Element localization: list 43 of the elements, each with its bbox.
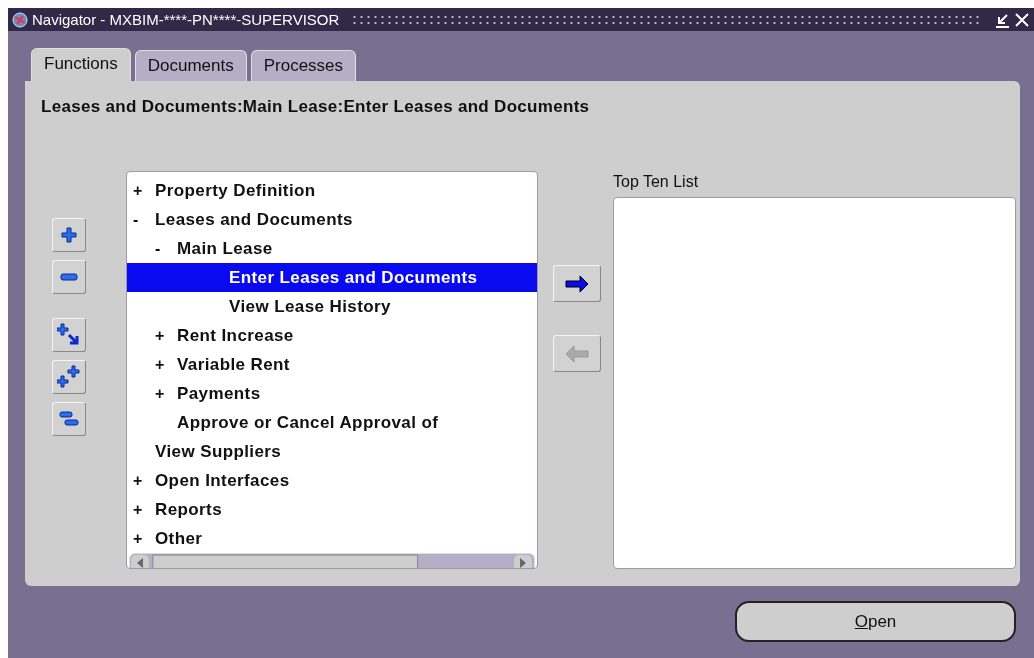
collapse-all-button[interactable]	[52, 402, 86, 436]
collapse-button[interactable]	[52, 260, 86, 294]
double-plus-icon	[57, 365, 81, 389]
function-path: Leases and Documents:Main Lease:Enter Leases and Documents	[41, 97, 591, 117]
add-to-list-button[interactable]	[553, 265, 601, 302]
tab[interactable]: Documents	[134, 50, 247, 81]
tree-item[interactable]: - Main Lease	[127, 234, 537, 263]
tree-item[interactable]: View Suppliers	[127, 437, 537, 466]
expander-sign[interactable]: -	[133, 210, 155, 229]
minimize-icon[interactable]	[994, 11, 1010, 28]
tree-item[interactable]: + Reports	[127, 495, 537, 524]
open-button[interactable]: Open	[735, 601, 1016, 642]
tree-item[interactable]: + Variable Rent	[127, 350, 537, 379]
expand-all-button[interactable]	[52, 360, 86, 394]
tree-item[interactable]: + Payments	[127, 379, 537, 408]
tree-item[interactable]: + Property Definition	[127, 176, 537, 205]
horizontal-scrollbar[interactable]	[129, 553, 535, 568]
plus-icon	[61, 227, 77, 243]
plus-arrow-icon	[57, 323, 81, 347]
expand-branch-button[interactable]	[52, 318, 86, 352]
close-icon[interactable]	[1014, 11, 1030, 28]
expander-sign[interactable]: +	[155, 384, 177, 403]
tree-item[interactable]: + Rent Increase	[127, 321, 537, 350]
window-title: Navigator - MXBIM-****-PN****-SUPERVISOR	[32, 11, 340, 28]
tree-item[interactable]: + Open Interfaces	[127, 466, 537, 495]
tab[interactable]: Functions	[31, 48, 131, 81]
expander-sign[interactable]: +	[133, 529, 155, 548]
expander-sign[interactable]: +	[133, 181, 155, 200]
tree-item[interactable]: Enter Leases and Documents	[127, 263, 537, 292]
tree-item[interactable]: View Lease History	[127, 292, 537, 321]
expander-sign[interactable]: +	[155, 326, 177, 345]
tree-item[interactable]: Approve or Cancel Approval of	[127, 408, 537, 437]
tree-item[interactable]: + Other	[127, 524, 537, 553]
minus-icon	[60, 273, 78, 281]
expander-sign[interactable]: -	[155, 239, 177, 258]
expand-button[interactable]	[52, 218, 86, 252]
double-minus-icon	[59, 410, 79, 428]
list-label: Top Ten List	[613, 173, 700, 192]
expander-sign[interactable]: +	[133, 471, 155, 490]
tree-item[interactable]: - Leases and Documents	[127, 205, 537, 234]
tab[interactable]: Processes	[250, 50, 357, 81]
expander-sign[interactable]: +	[155, 355, 177, 374]
expander-sign[interactable]: +	[133, 500, 155, 519]
